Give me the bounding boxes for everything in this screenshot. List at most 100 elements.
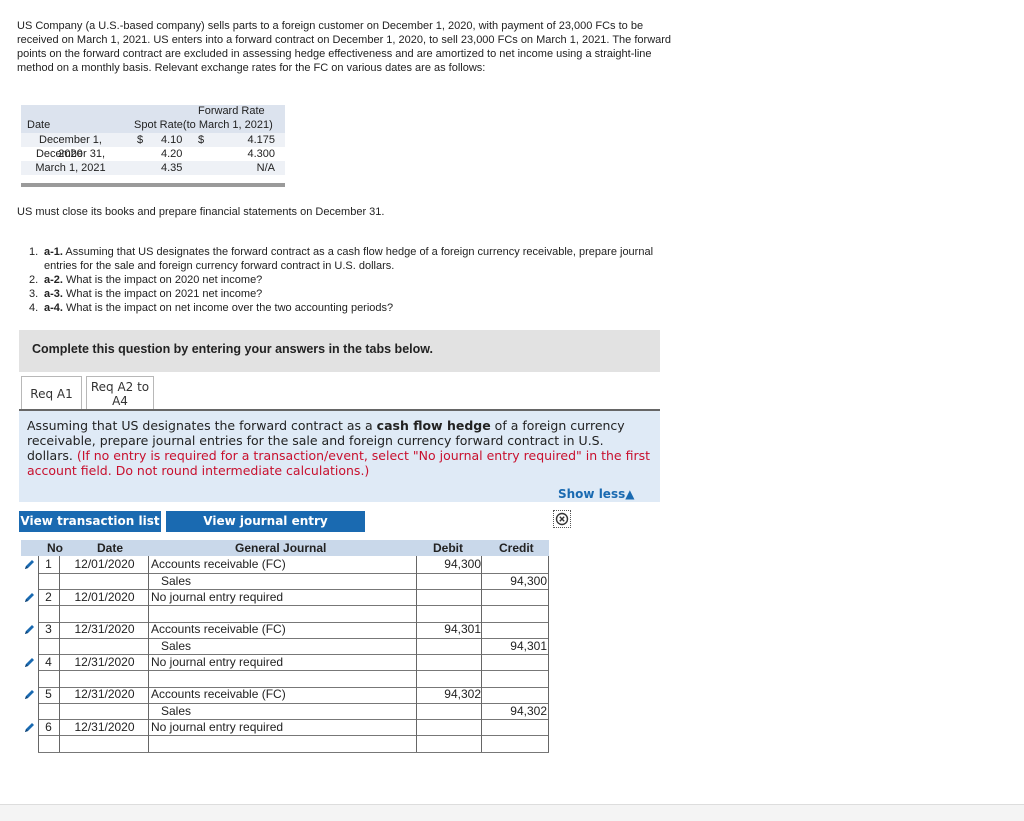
grid-column-line bbox=[481, 556, 482, 589]
entry-number: 5 bbox=[45, 687, 52, 701]
account-field[interactable]: Sales bbox=[161, 703, 426, 719]
entry-date[interactable]: 12/31/2020 bbox=[61, 621, 148, 637]
grid-column-line bbox=[59, 653, 60, 687]
grid-column-line bbox=[548, 621, 549, 654]
question-item: 1. a-1. Assuming that US designates the f… bbox=[29, 245, 669, 273]
show-less-link[interactable]: Show less▲ bbox=[558, 487, 634, 501]
grid-column-line bbox=[59, 686, 60, 719]
credit-field[interactable] bbox=[484, 589, 547, 605]
entry-number: 6 bbox=[45, 719, 52, 734]
grid-column-line bbox=[59, 621, 60, 654]
entry-date[interactable]: 12/31/2020 bbox=[61, 654, 148, 670]
debit-field[interactable] bbox=[417, 589, 481, 605]
edit-pencil-icon[interactable] bbox=[23, 688, 36, 701]
forward-rate-header: Forward Rate bbox=[198, 105, 265, 117]
question-text: What is the impact on 2020 net income? bbox=[62, 274, 263, 286]
tab-req-a1[interactable]: Req A1 bbox=[21, 376, 82, 410]
question-item: 2. a-2. What is the impact on 2020 net in… bbox=[29, 273, 669, 287]
debit-field[interactable]: 94,302 bbox=[417, 686, 481, 702]
tab-label-line1: Req A2 to bbox=[90, 380, 150, 394]
account-field[interactable]: Sales bbox=[161, 573, 426, 589]
debit-field[interactable]: 94,300 bbox=[417, 556, 481, 572]
credit-field[interactable] bbox=[484, 621, 547, 637]
account-field[interactable]: Accounts receivable (FC) bbox=[151, 556, 416, 572]
view-journal-worksheet-button[interactable]: View journal entry worksheet bbox=[166, 511, 365, 549]
grid-column-line bbox=[481, 621, 482, 654]
close-icon[interactable] bbox=[553, 510, 571, 528]
account-field[interactable]: No journal entry required bbox=[151, 719, 416, 735]
credit-field[interactable] bbox=[484, 686, 547, 702]
debit-field[interactable] bbox=[417, 719, 481, 735]
credit-field[interactable] bbox=[484, 719, 547, 735]
credit-field[interactable]: 94,302 bbox=[484, 703, 547, 719]
question-item: 4. a-4. What is the impact on net income … bbox=[29, 301, 669, 315]
grid-column-line bbox=[548, 718, 549, 752]
credit-field[interactable]: 94,300 bbox=[484, 573, 547, 589]
grid-column-line bbox=[148, 686, 149, 719]
debit-field[interactable] bbox=[417, 703, 481, 719]
grid-column-line bbox=[548, 653, 549, 687]
col-debit: Debit bbox=[433, 541, 463, 555]
entry-number: 1 bbox=[45, 557, 52, 571]
account-field[interactable]: No journal entry required bbox=[151, 654, 416, 670]
dollar-sign: $ bbox=[198, 134, 205, 146]
rate-date: March 1, 2021 bbox=[35, 162, 106, 174]
grid-column-line bbox=[548, 556, 549, 589]
entry-date[interactable]: 12/01/2020 bbox=[61, 589, 148, 605]
grid-column-line bbox=[59, 556, 60, 589]
grid-column-line bbox=[59, 718, 60, 752]
question-label: a-2. bbox=[44, 274, 63, 286]
entry-date[interactable]: 12/31/2020 bbox=[61, 719, 148, 735]
journal-entry: 6 12/31/2020 No journal entry required bbox=[21, 718, 549, 753]
journal-entry: 3 12/31/2020 Accounts receivable (FC) 94,30… bbox=[21, 621, 549, 655]
credit-field[interactable] bbox=[484, 556, 547, 572]
journal-header: No Date General Journal Debit Credit bbox=[21, 540, 549, 556]
entry-date[interactable]: 12/01/2020 bbox=[61, 556, 148, 572]
edit-pencil-icon[interactable] bbox=[23, 591, 36, 604]
edit-pencil-icon[interactable] bbox=[23, 623, 36, 636]
account-field[interactable]: Sales bbox=[161, 638, 426, 654]
grid-column-line bbox=[38, 686, 39, 719]
edit-pencil-icon[interactable] bbox=[23, 558, 36, 571]
account-field[interactable]: Accounts receivable (FC) bbox=[151, 686, 416, 702]
view-transaction-list-button[interactable]: View transaction list bbox=[19, 511, 161, 532]
debit-field[interactable] bbox=[417, 654, 481, 670]
tab-req-a2-a4[interactable]: Req A2 to A4 bbox=[86, 376, 154, 410]
col-credit: Credit bbox=[499, 541, 534, 555]
entry-date[interactable]: 12/31/2020 bbox=[61, 686, 148, 702]
rate-row: March 1, 2021 4.35 N/A bbox=[21, 161, 285, 175]
page-footer-strip bbox=[0, 804, 1024, 821]
grid-column-line bbox=[38, 653, 39, 687]
grid-column-line bbox=[416, 653, 417, 687]
col-date: Date bbox=[97, 541, 124, 555]
spot-rate: 4.20 bbox=[161, 148, 183, 160]
grid-column-line bbox=[481, 653, 482, 687]
account-field[interactable]: No journal entry required bbox=[151, 589, 416, 605]
question-label: a-3. bbox=[44, 288, 63, 300]
account-field[interactable]: Accounts receivable (FC) bbox=[151, 621, 416, 637]
debit-field[interactable] bbox=[417, 638, 481, 654]
debit-field[interactable]: 94,301 bbox=[417, 621, 481, 637]
credit-field[interactable] bbox=[484, 654, 547, 670]
grid-column-line bbox=[148, 588, 149, 622]
instructions-banner: Complete this question by entering your … bbox=[19, 330, 660, 372]
requirement-emphasis: cash flow hedge bbox=[376, 418, 491, 433]
entry-number: 3 bbox=[45, 622, 52, 636]
question-text: What is the impact on 2021 net income? bbox=[62, 288, 263, 300]
question-text: Assuming that US designates the forward … bbox=[44, 246, 654, 272]
grid-column-line bbox=[481, 588, 482, 622]
question-list: 1. a-1. Assuming that US designates the f… bbox=[29, 245, 669, 315]
journal-entry: 2 12/01/2020 No journal entry required bbox=[21, 588, 549, 623]
spot-rate-header: Spot Rate(to March 1, 2021) bbox=[134, 119, 273, 131]
credit-field[interactable]: 94,301 bbox=[484, 638, 547, 654]
grid-column-line bbox=[148, 621, 149, 654]
date-header: Date bbox=[27, 119, 51, 131]
spot-rate: 4.35 bbox=[161, 162, 183, 174]
edit-pencil-icon[interactable] bbox=[23, 656, 36, 669]
question-number: 3. bbox=[29, 288, 39, 300]
journal-entry: 4 12/31/2020 No journal entry required bbox=[21, 653, 549, 688]
debit-field[interactable] bbox=[417, 573, 481, 589]
edit-pencil-icon[interactable] bbox=[23, 721, 36, 734]
grid-column-line bbox=[38, 718, 39, 752]
grid-column-line bbox=[416, 556, 417, 589]
